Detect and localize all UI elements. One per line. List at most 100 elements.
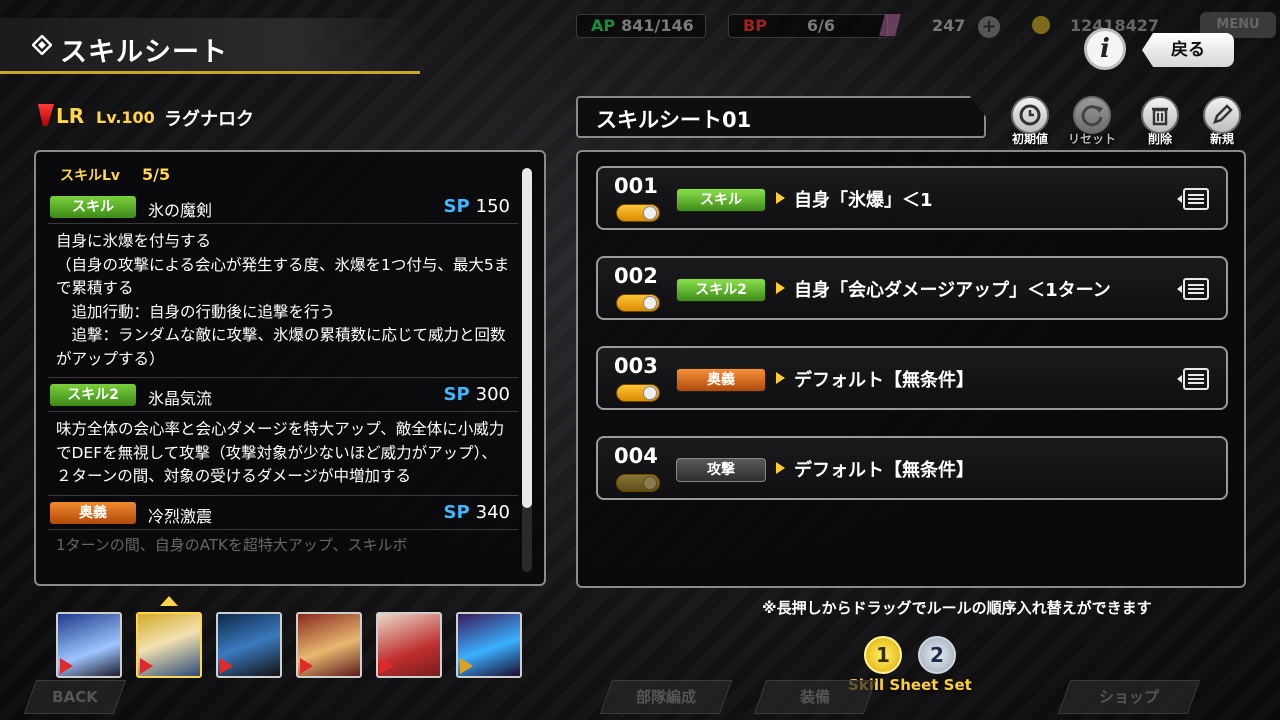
default-button[interactable]: 初期値 bbox=[1004, 96, 1056, 147]
selected-indicator-icon bbox=[160, 596, 178, 606]
party-member-2[interactable] bbox=[136, 612, 202, 678]
skill-level-label: スキルLv bbox=[60, 168, 121, 184]
sp-value: 300 bbox=[475, 384, 510, 405]
character-name: ラグナロク bbox=[164, 109, 254, 130]
rule-skill-tag: スキル bbox=[676, 188, 766, 212]
sp-value: 340 bbox=[475, 501, 510, 523]
skill-description: 1ターンの間、自身のATKを超特大アップ、スキルボ bbox=[56, 535, 408, 554]
scrollbar[interactable] bbox=[522, 168, 532, 572]
trash-icon bbox=[1141, 96, 1179, 134]
rule-toggle[interactable] bbox=[616, 474, 660, 492]
toggle-knob bbox=[643, 386, 657, 400]
sheet-set-1-button[interactable]: 1 bbox=[864, 636, 902, 674]
reset-icon bbox=[1073, 96, 1111, 134]
skill-row: スキル 氷の魔剣 SP 150 bbox=[48, 190, 518, 224]
pencil-icon bbox=[1203, 96, 1241, 134]
sp-label: SP bbox=[443, 501, 470, 523]
nav-formation-label: 部隊編成 bbox=[635, 688, 696, 706]
sheet-toolbar: 初期値 リセット 削除 新規 bbox=[1004, 96, 1254, 146]
rule-skill-tag: 攻撃 bbox=[676, 458, 766, 482]
toggle-knob bbox=[643, 476, 657, 490]
ap-value: 841/146 bbox=[621, 16, 694, 35]
party-member-5[interactable] bbox=[376, 612, 442, 678]
coin-value: 247 bbox=[932, 16, 966, 35]
rule-toggle[interactable] bbox=[616, 204, 660, 222]
page-title: スキルシート bbox=[60, 37, 228, 68]
rule-condition: デフォルト【無条件】 bbox=[794, 370, 974, 391]
skill-name: 冷烈激震 bbox=[148, 506, 213, 526]
drag-handle-icon[interactable] bbox=[1176, 367, 1212, 393]
bottom-nav: BACK 部隊編成 装備 ショップ bbox=[0, 672, 1280, 720]
skill-tag: スキル bbox=[50, 196, 136, 218]
drag-handle-icon[interactable] bbox=[1176, 277, 1212, 303]
skill-tag: スキル2 bbox=[50, 384, 136, 406]
reorder-hint: ※長押しからドラッグでルールの順序入れ替えができます bbox=[762, 599, 1152, 617]
sheet-title-box[interactable]: スキルシート01 bbox=[576, 96, 986, 138]
skill-detail-panel[interactable]: スキルLv 5/5 スキル 氷の魔剣 SP 150 自身に氷爆を付与する （自身の攻… bbox=[34, 150, 546, 586]
rule-toggle[interactable] bbox=[616, 384, 660, 402]
drag-handle-icon[interactable] bbox=[1176, 187, 1212, 213]
nav-equip-label: 装備 bbox=[799, 688, 830, 706]
reset-button[interactable]: リセット bbox=[1066, 96, 1118, 147]
title-plate: スキルシート bbox=[0, 18, 420, 74]
rule-toggle[interactable] bbox=[616, 294, 660, 312]
rules-panel: 001 スキル 自身「氷爆」＜1 002 スキル2 自身「会心ダメージアップ」＜… bbox=[576, 150, 1246, 588]
bp-counter: BP 6/6 bbox=[728, 14, 888, 38]
skill-level: スキルLv 5/5 bbox=[48, 160, 518, 190]
rule-number: 002 bbox=[614, 264, 658, 288]
arrow-icon bbox=[776, 192, 785, 204]
rule-skill-tag: スキル2 bbox=[676, 278, 766, 302]
skill-level-value: 5/5 bbox=[142, 165, 171, 184]
ap-key: AP bbox=[591, 16, 616, 35]
sp-value: 150 bbox=[475, 196, 510, 217]
party-member-4[interactable] bbox=[296, 612, 362, 678]
skill-name: 氷晶気流 bbox=[148, 389, 213, 408]
rule-row-002[interactable]: 002 スキル2 自身「会心ダメージアップ」＜1ターン bbox=[596, 256, 1228, 320]
skill-sp: SP 300 bbox=[443, 384, 510, 405]
nav-formation[interactable]: 部隊編成 bbox=[599, 680, 733, 714]
arrow-icon bbox=[776, 282, 785, 294]
party-member-3[interactable] bbox=[216, 612, 282, 678]
sp-label: SP bbox=[443, 196, 470, 217]
toggle-knob bbox=[643, 206, 657, 220]
rule-row-004[interactable]: 004 攻撃 デフォルト【無条件】 bbox=[596, 436, 1228, 500]
rule-condition: 自身「氷爆」＜1 bbox=[794, 190, 933, 211]
rule-row-003[interactable]: 003 奥義 デフォルト【無条件】 bbox=[596, 346, 1228, 410]
party-member-6[interactable] bbox=[456, 612, 522, 678]
info-button[interactable]: i bbox=[1084, 28, 1126, 70]
rule-number: 001 bbox=[614, 174, 658, 198]
sheet-title: スキルシート01 bbox=[596, 108, 752, 132]
rule-number: 003 bbox=[614, 354, 658, 378]
skill-list: スキルLv 5/5 スキル 氷の魔剣 SP 150 自身に氷爆を付与する （自身の攻… bbox=[48, 160, 518, 559]
skill-description: 味方全体の会心率と会心ダメージを特大アップ、敵全体に小威力でDEFを無視して攻撃… bbox=[48, 412, 518, 496]
skill-sp: SP 150 bbox=[443, 196, 510, 217]
nav-shop[interactable]: ショップ bbox=[1057, 680, 1201, 714]
level-label: Lv.100 bbox=[96, 108, 155, 127]
bp-key: BP bbox=[743, 16, 767, 35]
skill-description: 自身に氷爆を付与する （自身の攻撃による会心が発生する度、氷爆を1つ付与、最大5… bbox=[48, 224, 518, 378]
skill-tag: 奥義 bbox=[50, 501, 136, 524]
rarity-label: LR bbox=[56, 104, 85, 128]
nav-back-label: BACK bbox=[52, 688, 98, 706]
add-coin-button[interactable]: + bbox=[978, 16, 1000, 38]
skill-name: 氷の魔剣 bbox=[148, 201, 213, 220]
rule-condition: 自身「会心ダメージアップ」＜1ターン bbox=[794, 280, 1111, 301]
skill-sp: SP 340 bbox=[443, 502, 510, 523]
money-icon bbox=[1032, 16, 1050, 34]
nav-back[interactable]: BACK bbox=[23, 680, 127, 714]
rule-number: 004 bbox=[614, 444, 658, 468]
nav-equip[interactable]: 装備 bbox=[753, 680, 877, 714]
arrow-icon bbox=[776, 372, 785, 384]
party-member-1[interactable] bbox=[56, 612, 122, 678]
skill-row: 奥義 冷烈激震 SP 340 bbox=[48, 496, 518, 530]
nav-shop-label: ショップ bbox=[1098, 688, 1159, 706]
scrollbar-thumb[interactable] bbox=[522, 168, 532, 508]
delete-button[interactable]: 削除 bbox=[1134, 96, 1186, 147]
back-button[interactable]: 戻る bbox=[1142, 33, 1234, 67]
arrow-icon bbox=[776, 462, 785, 474]
new-button[interactable]: 新規 bbox=[1196, 96, 1248, 147]
diamond-icon bbox=[32, 35, 52, 55]
ap-counter: AP 841/146 bbox=[576, 14, 706, 38]
sheet-set-2-button[interactable]: 2 bbox=[918, 636, 956, 674]
rule-row-001[interactable]: 001 スキル 自身「氷爆」＜1 bbox=[596, 166, 1228, 230]
